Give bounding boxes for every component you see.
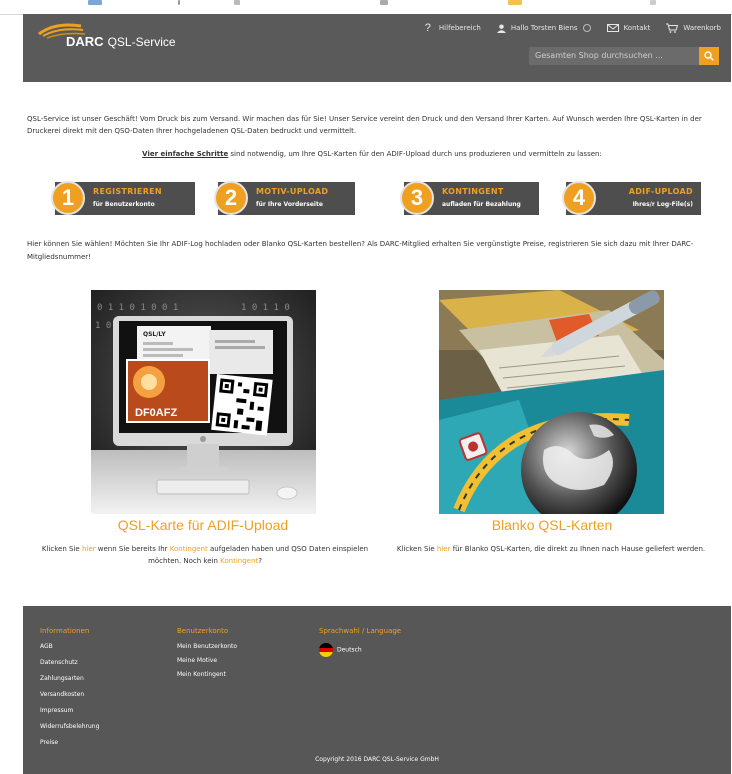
adif-upload-description: Klicken Sie hier wenn Sie bereits Ihr Ko… xyxy=(40,543,370,567)
tab-icon xyxy=(508,0,522,5)
cart-label: Warenkorb xyxy=(683,24,721,32)
search-button[interactable] xyxy=(699,47,719,65)
steps-link[interactable]: Vier einfache Schritte xyxy=(142,150,228,158)
step-subtitle: für Benutzerkonto xyxy=(93,201,155,208)
footer-link-preise[interactable]: Preise xyxy=(40,739,99,755)
footer-link-datenschutz[interactable]: Datenschutz xyxy=(40,659,99,675)
german-flag-icon xyxy=(319,643,333,657)
step-adif-upload[interactable]: 4 ADIF-UPLOAD Ihres/r Log-File(s) xyxy=(562,181,701,215)
step-title: MOTIV-UPLOAD xyxy=(256,187,329,196)
svg-text:1 0 1 1 0: 1 0 1 1 0 xyxy=(241,303,290,313)
step-title: ADIF-UPLOAD xyxy=(628,187,693,196)
blank-qsl-illustration xyxy=(439,290,664,514)
step-subtitle: Ihres/r Log-File(s) xyxy=(632,201,693,208)
blanko-cards-title[interactable]: Blanko QSL-Karten xyxy=(412,517,692,533)
footer-link-versandkosten[interactable]: Versandkosten xyxy=(40,691,99,707)
footer-heading: Benutzerkonto xyxy=(177,627,229,635)
steps-intro-text: sind notwendig, um Ihre QSL-Karten für d… xyxy=(228,150,602,158)
tab-icon xyxy=(650,0,656,5)
footer-link-widerruf[interactable]: Widerrufsbelehrung xyxy=(40,723,99,739)
step-kontingent[interactable]: 3 KONTINGENT aufladen für Bezahlung xyxy=(400,181,539,215)
footer-link-impressum[interactable]: Impressum xyxy=(40,707,99,723)
blanko-cards-image[interactable] xyxy=(439,290,664,514)
user-account-link[interactable]: Hallo Torsten Biens xyxy=(496,23,591,33)
qsl-card-header: QSL/LY xyxy=(143,331,166,338)
kontingent-link[interactable]: Kontingent xyxy=(170,545,208,553)
choose-text: Hier können Sie wählen! Möchten Sie Ihr … xyxy=(27,240,694,261)
footer-col-language: Sprachwahl / Language Deutsch xyxy=(319,627,401,659)
user-icon xyxy=(496,23,506,33)
blanko-text-1: Klicken Sie xyxy=(396,545,437,553)
footer-heading: Informationen xyxy=(40,627,90,635)
site-footer: Informationen AGB Datenschutz Zahlungsar… xyxy=(23,606,731,774)
adif-upload-title[interactable]: QSL-Karte für ADIF-Upload xyxy=(63,517,343,533)
tab-icon xyxy=(234,0,240,5)
search-input[interactable]: Gesamten Shop durchsuchen ... xyxy=(529,47,699,65)
logo-text: DARC QSL-Service xyxy=(66,34,176,49)
language-option-deutsch[interactable]: Deutsch xyxy=(319,643,401,659)
browser-tab-strip xyxy=(0,0,732,15)
copyright-text: Copyright 2016 DARC QSL-Service GmbH xyxy=(315,756,439,763)
blanko-cards-description: Klicken Sie hier für Blanko QSL-Karten, … xyxy=(386,543,716,555)
contact-label: Kontakt xyxy=(623,24,651,32)
step-title: KONTINGENT xyxy=(442,187,504,196)
search-bar: Gesamten Shop durchsuchen ... xyxy=(529,47,719,65)
help-link[interactable]: ? Hilfebereich xyxy=(425,22,481,34)
footer-col-information: Informationen AGB Datenschutz Zahlungsar… xyxy=(40,627,99,755)
cart-icon xyxy=(666,23,679,33)
steps-intro: Vier einfache Schritte sind notwendig, u… xyxy=(27,150,717,158)
logo-brand: DARC xyxy=(66,34,104,49)
question-icon: ? xyxy=(424,22,431,34)
adif-text-2: wenn Sie bereits Ihr xyxy=(95,545,170,553)
tab-separator xyxy=(178,0,180,5)
adif-text-4: ? xyxy=(258,557,262,565)
logout-circle-icon[interactable] xyxy=(582,24,591,32)
footer-link-agb[interactable]: AGB xyxy=(40,643,99,659)
step-title: REGISTRIEREN xyxy=(93,187,162,196)
tab-icon xyxy=(380,0,388,5)
adif-text-1: Klicken Sie xyxy=(41,545,82,553)
footer-col-account: Benutzerkonto Mein Benutzerkonto Meine M… xyxy=(177,627,237,685)
footer-link-account[interactable]: Mein Benutzerkonto xyxy=(177,643,237,657)
top-navigation: ? Hilfebereich Hallo Torsten Biens Konta… xyxy=(409,20,721,36)
help-label: Hilfebereich xyxy=(438,24,481,32)
footer-link-zahlungsarten[interactable]: Zahlungsarten xyxy=(40,675,99,691)
language-label: Deutsch xyxy=(337,646,362,654)
screen-callsign: DF0AFZ xyxy=(135,407,177,419)
tab-icon xyxy=(88,0,102,5)
blanko-hier-link[interactable]: hier xyxy=(437,545,451,553)
site-header: DARC QSL-Service ? Hilfebereich Hallo Tor… xyxy=(23,14,731,82)
step-number-2: 2 xyxy=(214,181,248,215)
adif-upload-image[interactable]: 0 1 1 0 1 0 0 1 1 0 0 1 1 0 1 0 1 0 1 1 … xyxy=(91,290,316,514)
step-subtitle: für Ihre Vorderseite xyxy=(256,201,323,208)
svg-text:0 1 1 0 1 0 0 1: 0 1 1 0 1 0 0 1 xyxy=(97,303,178,313)
contact-link[interactable]: Kontakt xyxy=(606,24,651,32)
search-icon xyxy=(704,51,714,61)
step-number-3: 3 xyxy=(400,181,434,215)
step-subtitle: aufladen für Bezahlung xyxy=(442,201,521,208)
footer-link-motive[interactable]: Meine Motive xyxy=(177,657,237,671)
intro-text: QSL-Service ist unser Geschäft! Vom Druc… xyxy=(27,115,702,135)
darc-logo[interactable]: DARC QSL-Service xyxy=(37,20,187,49)
logo-service: QSL-Service xyxy=(107,35,176,49)
footer-heading: Sprachwahl / Language xyxy=(319,627,402,635)
user-label: Hallo Torsten Biens xyxy=(510,24,578,32)
step-motiv-upload[interactable]: 2 MOTIV-UPLOAD für Ihre Vorderseite xyxy=(214,181,355,215)
step-register[interactable]: 1 REGISTRIEREN für Benutzerkonto xyxy=(51,181,195,215)
imac-qsl-illustration: 0 1 1 0 1 0 0 1 1 0 0 1 1 0 1 0 1 0 1 1 … xyxy=(91,290,316,514)
step-number-1: 1 xyxy=(51,181,85,215)
adif-hier-link[interactable]: hier xyxy=(82,545,96,553)
blanko-text-2: für Blanko QSL-Karten, die direkt zu Ihn… xyxy=(450,545,706,553)
step-number-4: 4 xyxy=(562,181,596,215)
envelope-icon xyxy=(606,24,619,32)
cart-link[interactable]: Warenkorb xyxy=(666,23,721,33)
kontingent-link-2[interactable]: Kontingent xyxy=(220,557,258,565)
footer-link-kontingent[interactable]: Mein Kontingent xyxy=(177,671,237,685)
